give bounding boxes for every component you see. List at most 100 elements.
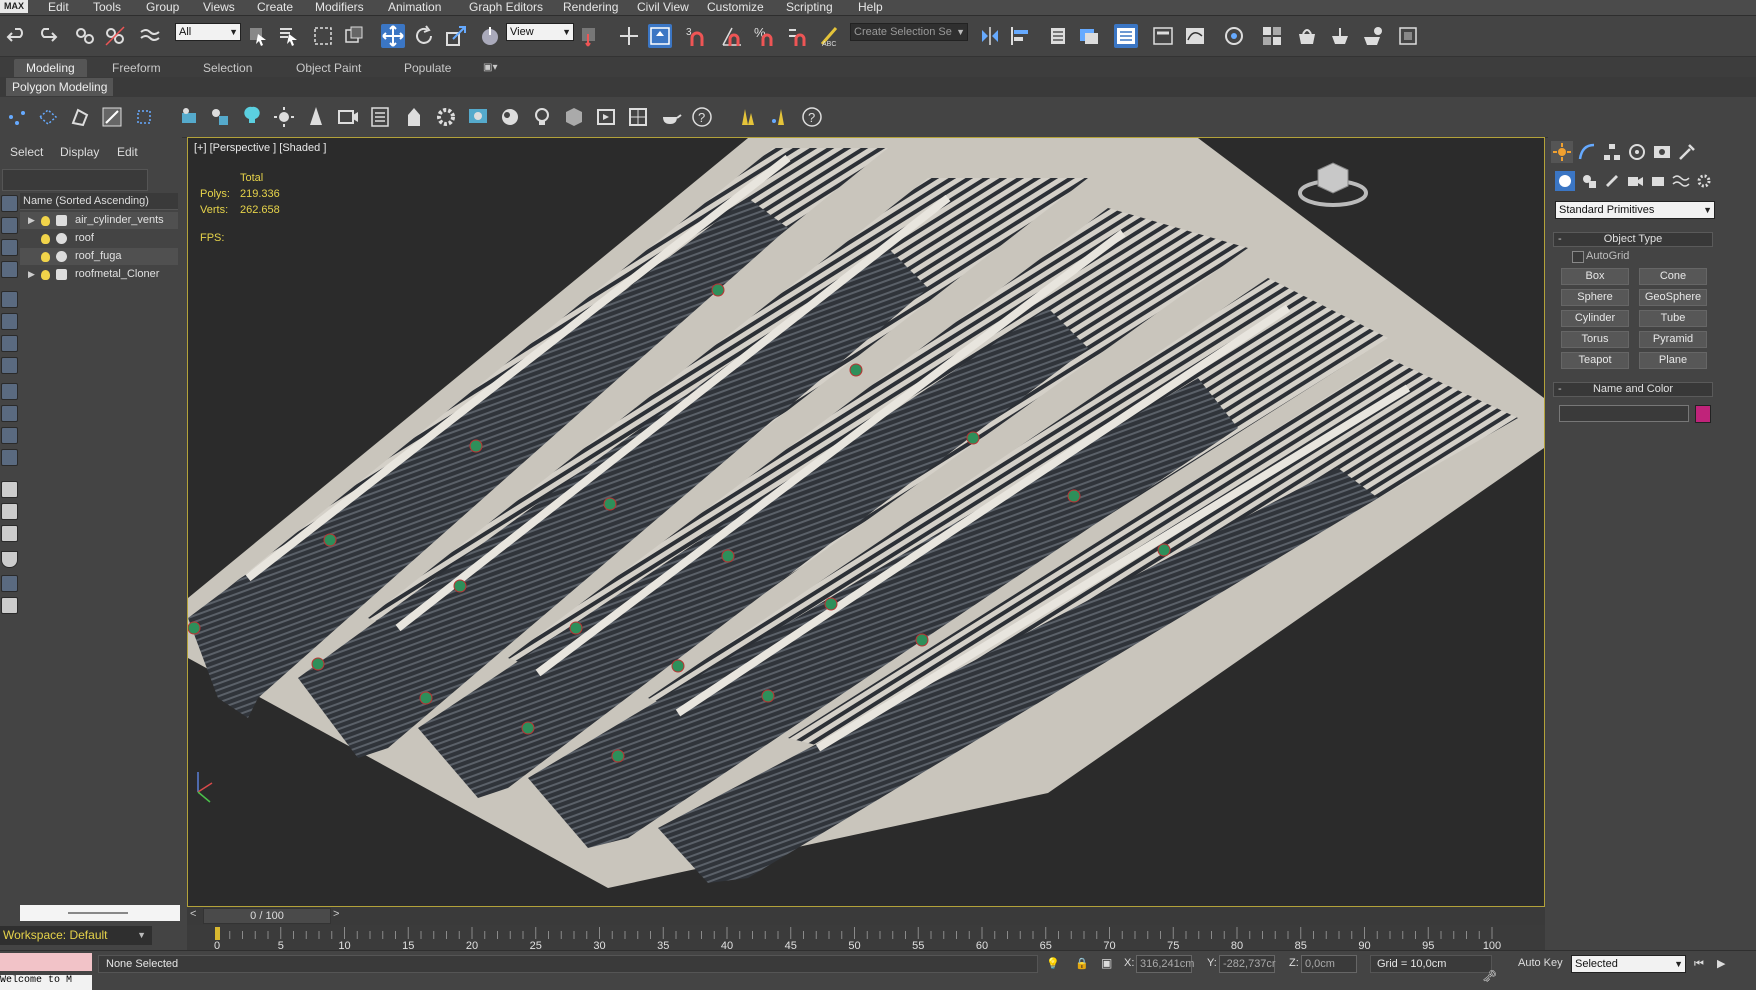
object-name-input[interactable] [1559, 405, 1689, 422]
explorer-row-roof-fuga[interactable]: roof_fuga [20, 248, 178, 265]
selection-filter-dropdown[interactable]: All ▼ [175, 23, 241, 41]
menu-views[interactable]: Views [203, 0, 235, 15]
light-bulb-icon[interactable] [41, 270, 50, 280]
window-crossing-icon[interactable] [342, 24, 366, 48]
particle-icon[interactable] [498, 105, 522, 129]
material-editor-icon[interactable] [1260, 24, 1284, 48]
monitor-icon[interactable] [466, 105, 490, 129]
select-by-name-icon[interactable] [277, 24, 301, 48]
menu-create[interactable]: Create [257, 0, 293, 15]
schematic-view-icon[interactable] [1222, 24, 1246, 48]
scrollbar-thumb[interactable] [68, 912, 128, 914]
filter-lights-icon[interactable] [1, 239, 18, 256]
select-and-manipulate-icon[interactable] [617, 24, 641, 48]
filter-shapes-icon[interactable] [1, 217, 18, 234]
explorer-search-input[interactable] [2, 169, 148, 191]
viewcube-icon[interactable] [1298, 162, 1368, 207]
render-production-icon[interactable] [1361, 24, 1385, 48]
percent-snap-icon[interactable]: % [753, 24, 777, 48]
time-slider[interactable]: < 0 / 100 > [187, 907, 1545, 925]
explorer-tab-select[interactable]: Select [10, 145, 43, 159]
filter-spacewarps-icon[interactable] [1, 313, 18, 330]
toggle-layers-icon[interactable] [1077, 24, 1101, 48]
hierarchy-tab-icon[interactable] [1601, 141, 1623, 163]
explorer-column-header[interactable]: Name (Sorted Ascending) [20, 193, 178, 210]
absolute-mode-icon[interactable]: ▣ [1101, 956, 1112, 970]
border-icon[interactable] [68, 105, 92, 129]
reference-coord-dropdown[interactable]: View ▼ [506, 23, 574, 41]
filter-xrefs-icon[interactable] [1, 357, 18, 374]
filter-helpers-icon[interactable] [1, 291, 18, 308]
perspective-viewport[interactable]: [+] [Perspective ] [Shaded ] Total Polys… [187, 137, 1545, 907]
lock-selection-icon[interactable]: 🔒 [1075, 957, 1089, 970]
render-in-cloud-icon[interactable] [1396, 24, 1420, 48]
systems-category-icon[interactable] [1694, 171, 1714, 191]
filter-hidden-icon[interactable] [1, 449, 18, 466]
menu-modifiers[interactable]: Modifiers [315, 0, 364, 15]
helpers-category-icon[interactable] [1648, 171, 1668, 191]
object-type-rollout[interactable]: - Object Type [1553, 232, 1713, 247]
create-tree-icon[interactable] [304, 105, 328, 129]
display-all-icon[interactable] [1, 481, 18, 498]
render-setup-icon[interactable] [1295, 24, 1319, 48]
display-tab-icon[interactable] [1651, 141, 1673, 163]
snaps-toggle-icon[interactable]: 3 [684, 24, 708, 48]
filter-groups-icon[interactable] [1, 335, 18, 352]
spacewarps-category-icon[interactable] [1671, 171, 1691, 191]
menu-scripting[interactable]: Scripting [786, 0, 833, 15]
utilities-tab-icon[interactable] [1676, 141, 1698, 163]
maxscript-listener-input[interactable] [0, 953, 92, 971]
explorer-row-roofmetal-cloner[interactable]: ▶ roofmetal_Cloner [20, 266, 178, 283]
mirror-icon[interactable] [978, 24, 1002, 48]
menu-graph-editors[interactable]: Graph Editors [469, 0, 543, 15]
polygon-modeling-tab[interactable]: Polygon Modeling [6, 78, 114, 96]
create-camera-icon[interactable] [336, 105, 360, 129]
undo-icon[interactable] [5, 24, 29, 48]
unlink-icon[interactable] [103, 24, 127, 48]
tab-selection[interactable]: Selection [203, 59, 252, 77]
modify-tab-icon[interactable] [1576, 141, 1598, 163]
autogrid-checkbox[interactable]: AutoGrid [1572, 250, 1629, 263]
cylinder-button[interactable]: Cylinder [1561, 310, 1629, 327]
tube-button[interactable]: Tube [1639, 310, 1707, 327]
redo-icon[interactable] [35, 24, 59, 48]
curve-editor-icon[interactable] [1183, 24, 1207, 48]
motion-tab-icon[interactable] [1626, 141, 1648, 163]
menu-group[interactable]: Group [146, 0, 179, 15]
polygon-icon[interactable] [100, 105, 124, 129]
rendered-frame-window-icon[interactable] [1328, 24, 1352, 48]
tab-modeling[interactable]: Modeling [14, 59, 87, 77]
scatter-icon[interactable] [734, 105, 758, 129]
vertex-icon[interactable] [5, 105, 29, 129]
film-icon[interactable] [594, 105, 618, 129]
z-coordinate-input[interactable]: 0,0cm [1301, 955, 1357, 973]
set-key-icon[interactable]: 🗝 [1482, 969, 1497, 983]
layer-explorer-icon[interactable] [1046, 24, 1070, 48]
ribbon-toggle-icon[interactable] [1151, 24, 1175, 48]
scale-icon[interactable] [444, 24, 468, 48]
cone-button[interactable]: Cone [1639, 268, 1707, 285]
create-sun-icon[interactable] [272, 105, 296, 129]
select-object-icon[interactable] [246, 24, 270, 48]
teapot-icon[interactable] [658, 105, 682, 129]
menu-animation[interactable]: Animation [388, 0, 441, 15]
menu-tools[interactable]: Tools [93, 0, 121, 15]
building-icon[interactable] [402, 105, 426, 129]
light-bulb-icon[interactable] [41, 234, 50, 244]
help-icon[interactable]: ? [690, 105, 714, 129]
edit-named-selection-icon[interactable]: ABC [818, 24, 842, 48]
track-bar[interactable]: 0 5 10 15 20 25 30 35 40 45 50 55 60 65 70 75 80 85 90 95 10… [187, 925, 1545, 950]
move-icon[interactable] [381, 24, 405, 48]
pivot-center-icon[interactable] [578, 24, 602, 48]
lights-category-icon[interactable] [1602, 171, 1622, 191]
filter-bones-icon[interactable] [1, 383, 18, 400]
expand-icon[interactable]: ▶ [28, 212, 35, 229]
primitive-category-dropdown[interactable]: Standard Primitives ▼ [1555, 201, 1715, 219]
light-bulb-icon[interactable] [41, 216, 50, 226]
key-filter-dropdown[interactable]: Selected ▼ [1571, 955, 1686, 973]
go-to-start-icon[interactable]: ⏮ [1694, 958, 1704, 970]
torus-button[interactable]: Torus [1561, 331, 1629, 348]
ribbon-options-icon[interactable]: ▣▾ [483, 59, 497, 77]
display-none-icon[interactable] [1, 503, 18, 520]
light-bulb-icon[interactable] [41, 252, 50, 262]
